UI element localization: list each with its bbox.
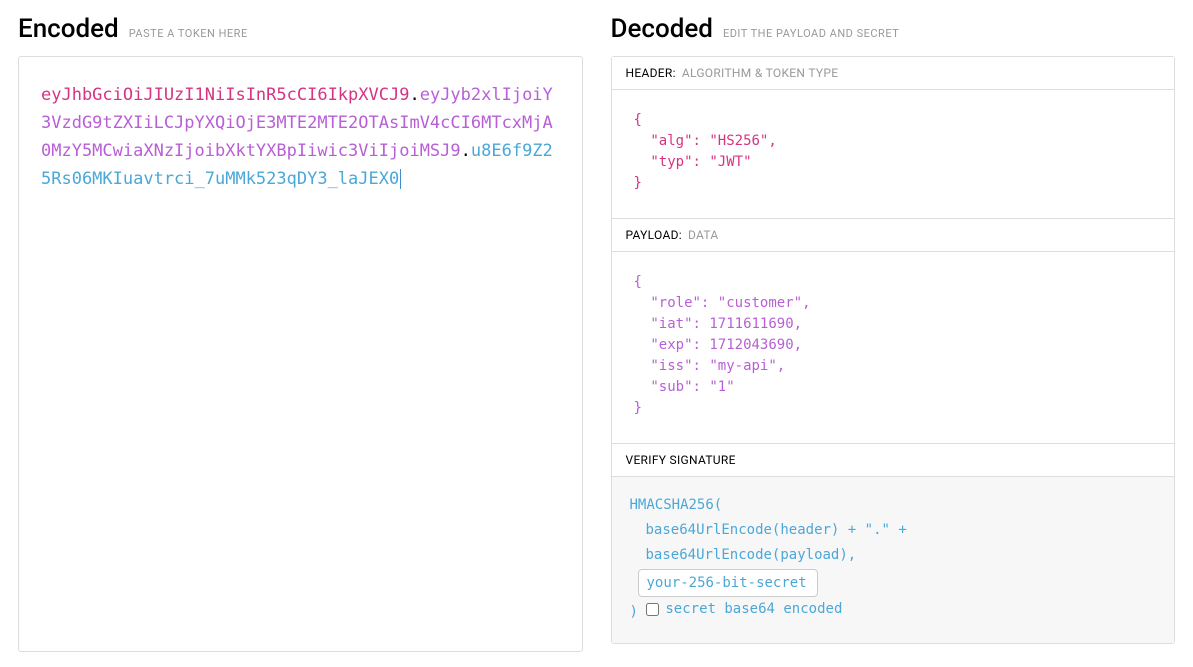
payload-label: PAYLOAD:: [626, 228, 682, 242]
encoded-title-row: Encoded PASTE A TOKEN HERE: [18, 14, 583, 44]
header-json-editor[interactable]: { "alg": "HS256", "typ": "JWT" }: [612, 90, 1175, 219]
decoded-column: Decoded EDIT THE PAYLOAD AND SECRET HEAD…: [611, 14, 1176, 652]
header-section-title: HEADER: ALGORITHM & TOKEN TYPE: [612, 57, 1175, 90]
signature-line-1: HMACSHA256(: [630, 493, 1157, 518]
decoded-title-row: Decoded EDIT THE PAYLOAD AND SECRET: [611, 14, 1176, 44]
payload-json-editor[interactable]: { "role": "customer", "iat": 1711611690,…: [612, 252, 1175, 444]
payload-hint: DATA: [688, 228, 719, 242]
encoded-column: Encoded PASTE A TOKEN HERE eyJhbGciOiJIU…: [18, 14, 583, 652]
signature-section-body: HMACSHA256(base64UrlEncode(header) + "."…: [612, 477, 1175, 643]
decoded-panel: HEADER: ALGORITHM & TOKEN TYPE { "alg": …: [611, 56, 1176, 644]
secret-input[interactable]: [638, 569, 818, 597]
signature-line-3: base64UrlEncode(payload),: [630, 543, 857, 568]
payload-section-title: PAYLOAD: DATA: [612, 219, 1175, 252]
signature-section-title: VERIFY SIGNATURE: [612, 444, 1175, 477]
secret-base64-label: secret base64 encoded: [665, 597, 842, 622]
signature-label: VERIFY SIGNATURE: [626, 453, 736, 467]
decoded-title: Decoded: [611, 14, 713, 44]
signature-line-2: base64UrlEncode(header) + "." +: [630, 518, 907, 543]
token-header-part: eyJhbGciOiJIUzI1NiIsInR5cCI6IkpXVCJ9: [41, 85, 409, 105]
encoded-token-input[interactable]: eyJhbGciOiJIUzI1NiIsInR5cCI6IkpXVCJ9.eyJ…: [18, 56, 583, 652]
encoded-title: Encoded: [18, 14, 119, 44]
secret-base64-checkbox[interactable]: [646, 603, 659, 616]
text-cursor: [400, 169, 401, 189]
header-hint: ALGORITHM & TOKEN TYPE: [682, 66, 839, 80]
token-dot-2: .: [461, 141, 471, 161]
encoded-subtitle: PASTE A TOKEN HERE: [129, 27, 248, 40]
token-dot-1: .: [409, 85, 419, 105]
header-label: HEADER:: [626, 66, 676, 80]
signature-close-paren: ): [630, 604, 638, 620]
decoded-subtitle: EDIT THE PAYLOAD AND SECRET: [723, 27, 899, 40]
